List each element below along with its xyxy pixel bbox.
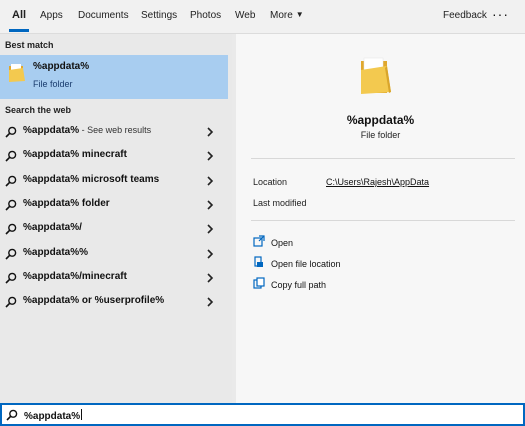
open-file-location-label: Open file location <box>271 259 341 269</box>
folder-icon <box>359 56 393 99</box>
web-result-label: %appdata%/ <box>23 222 82 233</box>
location-link[interactable]: C:\Users\Rajesh\AppData <box>326 177 429 187</box>
web-result-label: %appdata% folder <box>23 198 110 209</box>
preview-subtitle: File folder <box>360 130 401 140</box>
web-result-label: %appdata% - See web results <box>23 125 151 136</box>
search-icon <box>6 409 18 424</box>
chevron-right-icon <box>206 248 214 263</box>
open-icon <box>253 235 265 250</box>
tab-web[interactable]: Web <box>235 0 255 32</box>
web-result-item[interactable]: %appdata% folder <box>0 193 228 217</box>
web-result-query: %appdata% <box>23 125 80 136</box>
web-result-item[interactable]: %appdata%/ <box>0 217 228 241</box>
last-modified-label: Last modified <box>253 198 307 208</box>
best-match-item[interactable]: %appdata% File folder <box>0 55 228 99</box>
tab-documents[interactable]: Documents <box>78 0 129 32</box>
preview-panel: %appdata% File folder Location C:\Users\… <box>236 34 525 403</box>
search-box[interactable]: %appdata% <box>0 403 525 426</box>
search-input[interactable]: %appdata% <box>24 409 83 422</box>
web-result-label: %appdata% or %userprofile% <box>23 295 165 306</box>
results-panel: Best match %appdata% File folder Search … <box>0 34 232 403</box>
chevron-right-icon <box>206 223 214 238</box>
chevron-right-icon <box>206 199 214 214</box>
search-filter-bar: All Apps Documents Settings Photos Web M… <box>0 0 525 34</box>
tab-apps[interactable]: Apps <box>40 0 63 32</box>
feedback-button[interactable]: Feedback <box>443 0 487 32</box>
copy-icon <box>253 277 265 292</box>
folder-icon <box>8 63 26 86</box>
web-result-item[interactable]: %appdata%% <box>0 242 228 266</box>
tab-more-label: More <box>270 10 293 21</box>
best-match-heading: Best match <box>5 40 54 50</box>
web-result-item[interactable]: %appdata% minecraft <box>0 144 228 168</box>
more-options-icon[interactable]: ··· <box>492 0 509 32</box>
divider <box>251 220 515 221</box>
search-icon <box>5 296 17 311</box>
tab-all[interactable]: All <box>8 0 30 32</box>
text-cursor <box>81 409 83 420</box>
web-result-item[interactable]: %appdata% or %userprofile% <box>0 290 228 314</box>
chevron-right-icon <box>206 126 214 141</box>
chevron-right-icon <box>206 175 214 190</box>
web-result-item[interactable]: %appdata% - See web results <box>0 120 228 144</box>
web-result-item[interactable]: %appdata%/minecraft <box>0 266 228 290</box>
tab-settings[interactable]: Settings <box>141 0 177 32</box>
search-icon <box>5 272 17 287</box>
chevron-down-icon: ▼ <box>295 10 304 19</box>
file-location-icon <box>253 256 265 271</box>
divider <box>251 158 515 159</box>
tab-photos[interactable]: Photos <box>190 0 221 32</box>
search-input-value: %appdata% <box>24 411 81 422</box>
search-icon <box>5 126 17 141</box>
search-icon <box>5 150 17 165</box>
location-label: Location <box>253 177 288 187</box>
search-icon <box>5 248 17 263</box>
search-icon <box>5 199 17 214</box>
best-match-title: %appdata% <box>33 61 90 72</box>
chevron-right-icon <box>206 296 214 311</box>
open-label: Open <box>271 238 294 248</box>
search-icon <box>5 223 17 238</box>
web-result-label: %appdata% minecraft <box>23 149 127 160</box>
tab-more[interactable]: More ▼ <box>270 0 304 32</box>
chevron-right-icon <box>206 272 214 287</box>
search-icon <box>5 175 17 190</box>
web-result-label: %appdata% microsoft teams <box>23 174 160 185</box>
copy-full-path-label: Copy full path <box>271 280 327 290</box>
web-result-label: %appdata%% <box>23 247 89 258</box>
search-web-heading: Search the web <box>5 105 72 115</box>
preview-title: %appdata% <box>346 113 415 127</box>
web-result-label: %appdata%/minecraft <box>23 271 127 282</box>
chevron-right-icon <box>206 150 214 165</box>
web-result-item[interactable]: %appdata% microsoft teams <box>0 169 228 193</box>
web-result-suffix: - See web results <box>79 125 152 135</box>
best-match-subtitle: File folder <box>33 79 73 89</box>
